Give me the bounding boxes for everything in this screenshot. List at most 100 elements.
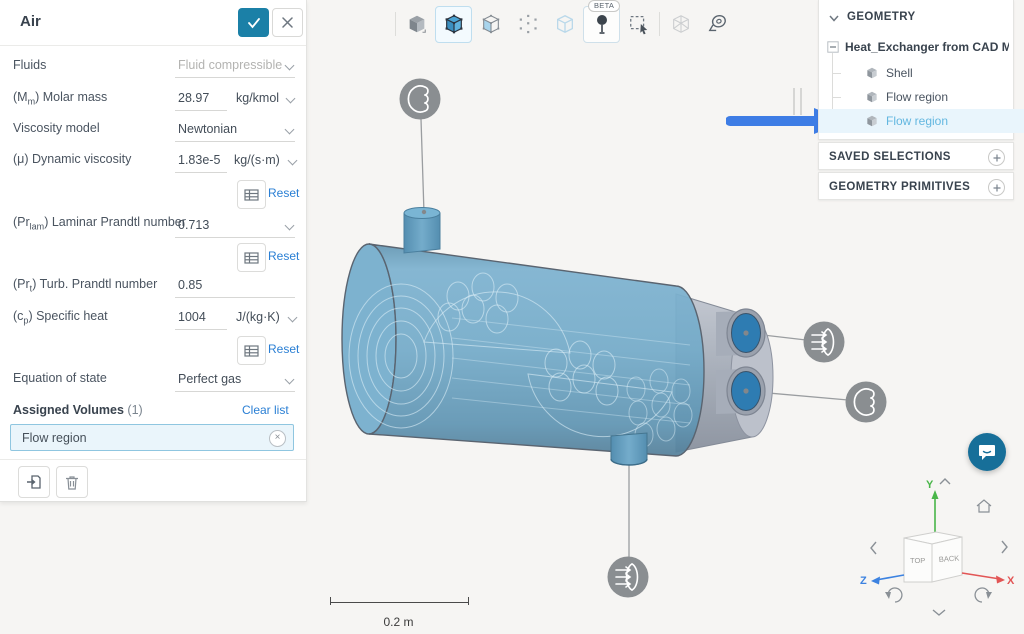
tree-root-item[interactable]: Heat_Exchanger from CAD Mo... — [845, 40, 1009, 54]
panel-resize-grip[interactable] — [793, 88, 802, 115]
x-axis-arrowhead — [996, 576, 1005, 584]
add-saved-selection-button[interactable] — [988, 149, 1005, 166]
chevron-up-icon[interactable] — [940, 479, 950, 484]
assign-icon — [26, 474, 42, 490]
y-axis-label: Y — [926, 479, 934, 491]
roll-ccw-icon[interactable] — [885, 588, 902, 602]
assigned-volume-chip[interactable]: Flow region × — [10, 424, 294, 451]
field-underline — [175, 329, 227, 330]
swirl-condition-marker[interactable] — [400, 79, 441, 120]
reset-link[interactable]: Reset — [268, 342, 299, 356]
outlet-tube-top[interactable] — [716, 309, 765, 357]
chip-label: Flow region — [22, 431, 87, 445]
velocity-inlet-marker[interactable] — [804, 322, 845, 363]
laminar-prandtl-input[interactable]: 0.713 — [178, 218, 209, 232]
field-label-turb-prandtl: (Prt) Turb. Prandtl number — [13, 277, 157, 294]
add-geometry-primitive-button[interactable] — [988, 179, 1005, 196]
rotate-left-chevron-icon[interactable] — [871, 542, 876, 554]
box-select-icon[interactable] — [620, 6, 657, 43]
outlet-tube-bottom[interactable] — [716, 367, 765, 415]
navcube-top-face-label[interactable]: TOP — [910, 556, 925, 565]
edge-select-cube-icon[interactable] — [546, 6, 583, 43]
rotate-right-chevron-icon[interactable] — [1002, 541, 1007, 553]
table-input-button[interactable] — [237, 180, 266, 209]
hidden-geometry-cube-icon[interactable] — [662, 6, 699, 43]
vertex-select-icon[interactable] — [509, 6, 546, 43]
viewport-toolbar: BETA — [393, 5, 736, 43]
dynamic-viscosity-unit-select[interactable]: kg/(s·m) — [234, 153, 280, 167]
roll-cw-icon[interactable] — [975, 588, 992, 602]
assign-selection-button[interactable] — [18, 466, 50, 498]
tree-item-shell[interactable]: Shell — [819, 61, 1024, 85]
iso-view-cube-icon[interactable] — [398, 6, 435, 43]
divider — [0, 459, 306, 460]
scale-bar-label: 0.2 m — [330, 615, 467, 629]
check-icon — [247, 17, 261, 29]
scale-bar — [330, 597, 469, 605]
chip-remove-icon[interactable]: × — [269, 430, 286, 447]
table-input-button[interactable] — [237, 336, 266, 365]
chevron-down-icon[interactable] — [285, 375, 295, 385]
bottom-pipe-stub[interactable] — [611, 433, 647, 465]
chevron-down-icon[interactable] — [285, 61, 295, 71]
top-pipe-stub[interactable] — [404, 208, 440, 254]
geometry-primitives-card[interactable]: GEOMETRY PRIMITIVES — [818, 172, 1014, 200]
geometry-primitives-label: GEOMETRY PRIMITIVES — [829, 181, 970, 193]
field-label-equation-of-state: Equation of state — [13, 371, 107, 385]
support-chat-button[interactable] — [968, 433, 1006, 471]
chevron-down-icon[interactable] — [288, 156, 298, 166]
equation-of-state-select[interactable]: Perfect gas — [178, 372, 241, 386]
geometry-tree-card: GEOMETRY Heat_Exchanger from CAD Mo... S… — [818, 0, 1014, 140]
face-select-cube-icon[interactable] — [472, 6, 509, 43]
chevron-down-icon[interactable] — [285, 125, 295, 135]
field-underline — [175, 297, 295, 298]
solid-cube-icon — [865, 66, 879, 80]
probe-point-icon[interactable]: BETA — [583, 6, 620, 43]
swirl-condition-marker[interactable] — [846, 382, 887, 423]
y-axis-arrowhead — [932, 490, 939, 499]
molar-mass-unit-select[interactable]: kg/kmol — [236, 91, 279, 105]
turb-prandtl-input[interactable]: 0.85 — [178, 278, 202, 292]
close-icon — [282, 17, 293, 28]
panel-header: Air — [0, 0, 306, 46]
clear-list-link[interactable]: Clear list — [242, 403, 289, 417]
velocity-inlet-marker[interactable] — [608, 557, 649, 598]
tree-item-flow-region-1[interactable]: Flow region — [819, 85, 1024, 109]
dynamic-viscosity-input[interactable]: 1.83e-5 — [178, 153, 220, 167]
field-label-laminar-prandtl: (Prlam) Laminar Prandtl number — [13, 215, 186, 232]
tree-item-flow-region-2-selected[interactable]: Flow region — [819, 109, 1024, 133]
z-axis-arrowhead — [871, 577, 880, 585]
field-label-fluids: Fluids — [13, 58, 46, 72]
saved-selections-card[interactable]: SAVED SELECTIONS — [818, 142, 1014, 170]
fluids-select[interactable]: Fluid compressible n — [178, 58, 282, 72]
solid-cube-icon — [865, 114, 879, 128]
field-label-viscosity-model: Viscosity model — [13, 121, 100, 135]
navcube-back-face-label[interactable]: BACK — [939, 554, 960, 564]
delete-button[interactable] — [56, 466, 88, 498]
reset-link[interactable]: Reset — [268, 249, 299, 263]
chevron-down-icon[interactable] — [933, 610, 945, 615]
chevron-down-icon[interactable] — [285, 221, 295, 231]
chevron-down-icon[interactable] — [288, 313, 298, 323]
cancel-button[interactable] — [272, 8, 303, 37]
confirm-button[interactable] — [238, 8, 269, 37]
viscosity-model-select[interactable]: Newtonian — [178, 122, 237, 136]
collapse-minus-icon[interactable] — [827, 41, 839, 53]
plus-icon — [993, 184, 1001, 192]
toolbar-separator — [659, 12, 660, 36]
molar-mass-input[interactable]: 28.97 — [178, 91, 209, 105]
home-view-icon[interactable] — [977, 500, 991, 512]
flow-region-body[interactable] — [342, 244, 704, 456]
specific-heat-unit-select[interactable]: J/(kg·K) — [236, 310, 280, 324]
geometry-section-header[interactable]: GEOMETRY — [819, 6, 1013, 30]
field-label-specific-heat: (cp) Specific heat — [13, 309, 108, 326]
table-input-button[interactable] — [237, 243, 266, 272]
chevron-down-icon[interactable] — [286, 94, 296, 104]
specific-heat-input[interactable]: 1004 — [178, 310, 206, 324]
measure-tape-icon[interactable] — [699, 6, 736, 43]
reset-link[interactable]: Reset — [268, 186, 299, 200]
orientation-navcube[interactable]: Y TOP BACK X Z — [858, 462, 1018, 627]
z-axis — [876, 575, 904, 580]
field-underline — [175, 391, 295, 392]
volume-select-cube-icon[interactable] — [435, 6, 472, 43]
